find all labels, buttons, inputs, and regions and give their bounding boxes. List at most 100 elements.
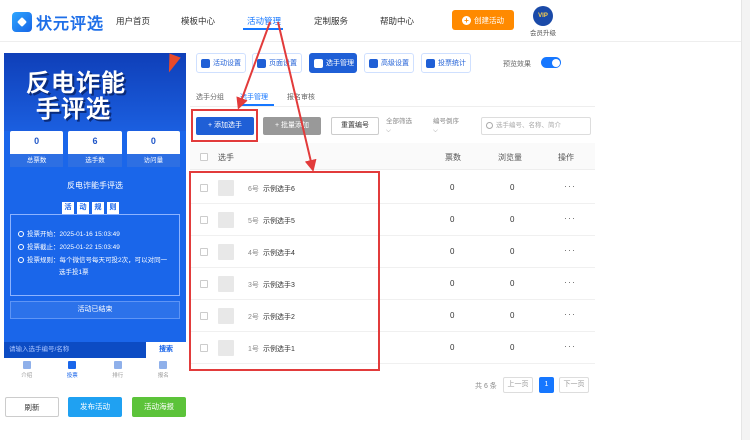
pager-total: 共 6 条 — [475, 383, 497, 390]
preview-toggle-label: 预览效果 — [503, 61, 531, 68]
nav-item-user-home[interactable]: 用户首页 — [116, 15, 150, 27]
rule-voting-text: 投票规则：每个微信号每天可投2次，可以对同一 — [27, 257, 168, 264]
tab-ranking[interactable]: 排行 — [95, 358, 141, 383]
create-activity-button[interactable]: + 创建活动 — [452, 10, 514, 30]
player-votes: 0 — [450, 343, 455, 352]
refresh-button[interactable]: 刷新 — [5, 397, 59, 417]
preview-stats: 0 总票数 6 选手数 0 访问量 — [10, 131, 180, 167]
lightning-icon — [163, 53, 181, 75]
filter-select[interactable]: 全部筛选 ⌵ — [386, 117, 412, 135]
player-votes: 0 — [450, 247, 455, 256]
tool-label: 活动设置 — [213, 60, 241, 67]
tab-vote[interactable]: 投票 — [50, 358, 96, 383]
rule-end-time: 投票截止：2025-01-22 15:03:49 — [18, 241, 120, 251]
more-actions-icon[interactable]: ··· — [564, 309, 576, 319]
tab-intro[interactable]: 介绍 — [4, 358, 50, 383]
publish-activity-button[interactable]: 发布活动 — [68, 397, 122, 417]
tool-label: 页面设置 — [269, 60, 297, 67]
flag-icon — [68, 361, 77, 369]
rules-heading-char: 规 — [92, 202, 104, 214]
advanced-settings-button[interactable]: 高级设置 — [364, 53, 414, 73]
preview-tabbar: 介绍 投票 排行 报名 — [4, 358, 186, 383]
header-player: 选手 — [218, 153, 234, 162]
player-views: 0 — [510, 247, 515, 256]
annotation-box-player-list — [189, 171, 380, 371]
rules-heading-char: 动 — [77, 202, 89, 214]
subtabs-divider — [190, 106, 595, 107]
stat-label: 访问量 — [126, 154, 180, 167]
tab-label: 介绍 — [21, 373, 33, 379]
nav-item-activity-management[interactable]: 活动管理 — [247, 15, 281, 27]
hand-icon — [159, 361, 168, 369]
player-votes: 0 — [450, 279, 455, 288]
chevron-down-icon: ⌵ — [433, 127, 438, 134]
annotation-box-add-button — [191, 109, 258, 142]
header-votes: 票数 — [445, 153, 461, 162]
banner-title-line2: 手评选 — [36, 96, 111, 123]
more-actions-icon[interactable]: ··· — [564, 245, 576, 255]
clock-icon — [18, 231, 24, 237]
vip-badge-icon: VIP — [533, 6, 553, 26]
player-votes: 0 — [450, 183, 455, 192]
sort-select-label: 编号倒序 — [433, 118, 459, 125]
subtab-player-management[interactable]: 选手管理 — [240, 92, 268, 102]
search-placeholder: 选手编号、名称、简介 — [496, 122, 561, 129]
logo-text: 状元评选 — [36, 16, 105, 33]
tab-label: 报名 — [157, 373, 169, 379]
tab-label: 排行 — [112, 373, 124, 379]
stat-value: 6 — [92, 136, 98, 146]
nav-item-help-center[interactable]: 帮助中心 — [380, 15, 414, 27]
vip-upgrade-label: 会员升级 — [530, 30, 556, 37]
rule-end-text: 投票截止：2025-01-22 15:03:49 — [27, 244, 120, 251]
clock-icon — [18, 244, 24, 250]
more-actions-icon[interactable]: ··· — [564, 213, 576, 223]
more-actions-icon[interactable]: ··· — [564, 341, 576, 351]
rule-start-time: 投票开始：2025-01-16 15:03:49 — [18, 228, 120, 238]
search-icon — [486, 122, 493, 129]
rule-voting-cont: 选手投1票 — [59, 269, 89, 276]
batch-add-button[interactable]: + 批量添加 — [263, 117, 321, 135]
tool-label: 投票统计 — [438, 60, 466, 67]
preview-search-button[interactable]: 搜索 — [146, 342, 186, 358]
player-management-button[interactable]: 选手管理 — [309, 53, 357, 73]
vip-upgrade[interactable]: VIP 会员升级 — [528, 6, 558, 37]
mobile-preview: 反电诈能 手评选 0 总票数 6 选手数 0 访问量 反电诈能手评选 活 动 规… — [4, 53, 186, 383]
scrollbar[interactable] — [741, 0, 750, 440]
subtab-player-groups[interactable]: 选手分组 — [196, 92, 224, 102]
header-ops: 操作 — [558, 153, 574, 162]
rules-heading: 活 动 规 则 — [62, 202, 119, 214]
nav-item-template-center[interactable]: 模板中心 — [181, 15, 215, 27]
pager-next-button[interactable]: 下一页 — [559, 377, 589, 393]
tab-label: 投票 — [66, 373, 78, 379]
renumber-button[interactable]: 重置编号 — [331, 117, 379, 135]
activity-settings-button[interactable]: 活动设置 — [196, 53, 246, 73]
player-views: 0 — [510, 279, 515, 288]
nav-active-underline — [243, 28, 283, 30]
info-icon — [18, 257, 24, 263]
subtab-signup-review[interactable]: 报名审核 — [287, 92, 315, 102]
select-all-checkbox[interactable] — [200, 153, 208, 161]
more-actions-icon[interactable]: ··· — [564, 181, 576, 191]
tab-signup[interactable]: 报名 — [141, 358, 187, 383]
preview-search-input[interactable]: 请输入选手编号/名称 — [4, 342, 146, 358]
page-settings-button[interactable]: 页面设置 — [252, 53, 302, 73]
activity-poster-button[interactable]: 活动海报 — [132, 397, 186, 417]
player-views: 0 — [510, 183, 515, 192]
gear-icon — [201, 58, 210, 68]
more-actions-icon[interactable]: ··· — [564, 277, 576, 287]
player-search-input[interactable]: 选手编号、名称、简介 — [481, 117, 591, 135]
logo[interactable]: 状元评选 — [12, 10, 104, 34]
vote-statistics-button[interactable]: 投票统计 — [421, 53, 471, 73]
sort-select[interactable]: 编号倒序 ⌵ — [433, 117, 459, 135]
nav-item-custom-service[interactable]: 定制服务 — [314, 15, 348, 27]
pager-prev-button[interactable]: 上一页 — [503, 377, 533, 393]
player-views: 0 — [510, 215, 515, 224]
player-votes: 0 — [450, 311, 455, 320]
stat-visits: 0 访问量 — [126, 131, 180, 167]
preview-toggle[interactable] — [541, 57, 561, 68]
top-navigation-bar: 状元评选 用户首页 模板中心 活动管理 定制服务 帮助中心 + 创建活动 VIP… — [0, 0, 750, 42]
table-header: 选手 票数 浏览量 操作 — [190, 143, 595, 170]
player-votes: 0 — [450, 215, 455, 224]
stat-label: 选手数 — [68, 154, 122, 167]
pager-page-1[interactable]: 1 — [539, 377, 554, 393]
